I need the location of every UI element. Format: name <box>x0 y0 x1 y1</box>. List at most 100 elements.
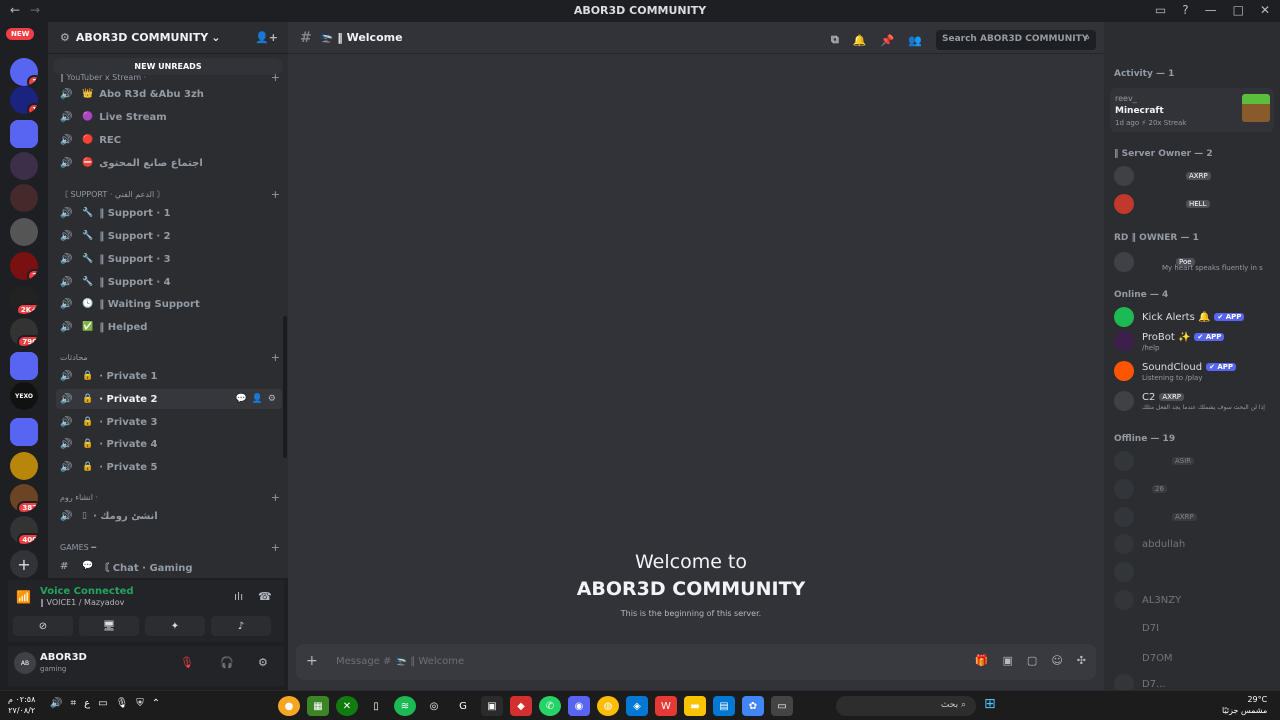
spotify-icon[interactable]: ≋ <box>394 696 416 716</box>
mic-icon[interactable]: 🎙 <box>116 698 129 709</box>
inbox-icon[interactable]: ▭ <box>1155 3 1166 17</box>
close-button[interactable]: ✕ <box>1260 3 1270 17</box>
network-icon[interactable]: ⌗ <box>70 698 76 709</box>
xbox-icon[interactable]: ✕ <box>336 696 358 716</box>
minimize-button[interactable]: — <box>1205 3 1217 17</box>
member-row-offline[interactable]: 26 <box>1114 477 1278 501</box>
store-icon[interactable]: ▤ <box>713 696 735 716</box>
member-row-offline[interactable]: abdullah <box>1114 532 1278 556</box>
member-row-offline[interactable]: D7OM <box>1114 646 1278 670</box>
member-row-offline[interactable]: ASIR <box>1114 449 1278 473</box>
channel-item[interactable]: 🔊 🔧 ‖ Support · 3 <box>56 249 282 269</box>
mute-mic-icon[interactable]: 🎙 <box>180 656 194 669</box>
server-icon[interactable]: 2 <box>10 252 38 280</box>
channel-item[interactable]: # 💬 〘 Chat · Gaming <box>56 556 282 576</box>
maximize-button[interactable]: □ <box>1233 3 1244 17</box>
taskbar-clock[interactable]: ٠٢:٥٨ م ٢٧/٠٨/٢ <box>8 694 35 716</box>
server-icon[interactable]: 3 <box>10 58 38 86</box>
activity-card[interactable]: reev_ Minecraft 1d ago ⚡ 20x Streak <box>1110 88 1274 132</box>
channel-item[interactable]: 🔊 ⛔ اجتماع صانع المحتوى <box>56 153 282 173</box>
discord-icon[interactable]: ◉ <box>568 696 590 716</box>
create-channel-icon[interactable]: + <box>271 351 280 364</box>
chat-bubble-icon[interactable]: 💬 <box>235 394 246 404</box>
soundboard-button[interactable]: ♪ <box>211 616 271 636</box>
message-composer[interactable]: + Message # 🛬 ‖ Welcome 🎁 ▣ ▢ ☺ ✣ <box>296 644 1096 680</box>
channel-item[interactable]: 🔊 🕓 ‖ Waiting Support <box>56 294 282 314</box>
channel-item-hovered[interactable]: 🔊 🔒 · Private 2 💬 👤 ⚙ <box>56 389 282 409</box>
language-indicator[interactable]: ع <box>84 698 90 709</box>
app-icon[interactable]: ◆ <box>510 696 532 716</box>
pin-icon[interactable]: 📌 <box>881 34 895 47</box>
channel-item[interactable]: 🔊 🔧 ‖ Support · 1 <box>56 203 282 223</box>
channel-item[interactable]: 🔊 🔴 REC <box>56 130 282 150</box>
member-row[interactable]: HELL <box>1114 192 1278 216</box>
server-icon[interactable]: 790 <box>10 318 38 346</box>
channel-item[interactable]: 🔊 🔒 · Private 5 <box>56 457 282 477</box>
chevron-up-icon[interactable]: ⌃ <box>152 698 160 709</box>
member-row-offline[interactable]: AL3NZY <box>1114 588 1278 612</box>
video-off-button[interactable]: ⊘ <box>13 616 73 636</box>
channel-item[interactable]: 🔊 ✅ ‖ Helped <box>56 317 282 337</box>
server-icon-yexo[interactable]: YEXO <box>10 382 38 410</box>
category-youtuber[interactable]: ‖ YouTuber x Stream · + <box>60 70 280 84</box>
channel-item[interactable]: 🔊 🔒 · Private 1 <box>56 366 282 386</box>
voice-status[interactable]: Voice Connected <box>40 586 134 597</box>
shield-icon[interactable]: ⛨ <box>136 698 144 709</box>
member-list-icon[interactable]: 👥 <box>908 34 922 47</box>
wps-icon[interactable]: W <box>655 696 677 716</box>
create-channel-icon[interactable]: + <box>271 188 280 201</box>
member-row-offline[interactable]: D7I <box>1114 616 1278 640</box>
folder-icon[interactable] <box>10 120 38 148</box>
server-icon[interactable]: 400 <box>10 516 38 544</box>
file-explorer-icon[interactable]: ▬ <box>684 696 706 716</box>
channel-item[interactable]: 🔊 👑 Abo R3d &Abu 3zh <box>56 84 282 104</box>
guild-header[interactable]: ⚙ ABOR3D COMMUNITY ⌄ 👤+ <box>48 22 288 54</box>
settings-gear-icon[interactable]: ⚙ <box>258 656 268 669</box>
server-icon[interactable] <box>10 218 38 246</box>
signal-icon[interactable]: 📶 <box>16 590 31 604</box>
game-icon[interactable]: ▣ <box>481 696 503 716</box>
channel-item[interactable]: 🔊 🔒 · Private 4 <box>56 434 282 454</box>
add-server-icon[interactable]: + <box>10 550 38 578</box>
volume-icon[interactable]: 🔊 <box>50 698 62 709</box>
channel-item[interactable]: 🔊 🔧 ‖ Support · 2 <box>56 226 282 246</box>
search-input[interactable]: Search ABOR3D COMMUNITY ⌕ <box>936 30 1096 50</box>
sticker-icon[interactable]: ▢ <box>1027 654 1037 667</box>
disconnect-icon[interactable]: ☎ <box>258 590 272 603</box>
app-icon[interactable]: ◈ <box>626 696 648 716</box>
server-icon[interactable]: 2K+ <box>10 286 38 314</box>
member-row[interactable]: Kick Alerts 🔔 ✔ APP <box>1114 305 1278 329</box>
member-row-offline[interactable] <box>1114 560 1278 584</box>
member-row[interactable]: AXRP <box>1114 164 1278 188</box>
minecraft-icon[interactable]: ▦ <box>307 696 329 716</box>
create-channel-icon[interactable]: + <box>271 71 280 84</box>
threads-icon[interactable]: ⧉ <box>831 33 839 47</box>
add-attachment-icon[interactable]: + <box>306 653 318 669</box>
message-input[interactable]: Message # 🛬 ‖ Welcome <box>336 656 464 667</box>
invite-people-icon[interactable]: 👤+ <box>255 31 278 44</box>
voice-channel[interactable]: ‖ VOICE1 / Mazyadov <box>40 598 124 607</box>
member-row-offline[interactable]: D7... <box>1114 672 1278 690</box>
headphones-icon[interactable]: 🎧 <box>220 656 234 669</box>
copilot-icon[interactable]: ✿ <box>742 696 764 716</box>
member-row[interactable]: C2 AXRP إذا لن البحث سوف يشملك عندما يجد ا… <box>1114 389 1278 413</box>
activities-button[interactable]: ✦ <box>145 616 205 636</box>
member-row[interactable]: SoundCloud ✔ APP Listening to /play <box>1114 359 1278 383</box>
member-row[interactable]: ProBot ✨ ✔ APP/help <box>1114 329 1278 353</box>
channel-item[interactable]: 🔊 🟣 Live Stream <box>56 107 282 127</box>
apps-icon[interactable]: ✣ <box>1077 654 1086 667</box>
app-icon[interactable]: G <box>452 696 474 716</box>
screen-share-button[interactable]: 🖥 <box>79 616 139 636</box>
member-row-offline[interactable]: AXRP <box>1114 505 1278 529</box>
noise-suppression-icon[interactable]: ılı <box>234 590 243 603</box>
battery-icon[interactable]: ▭ <box>98 698 107 709</box>
whatsapp-icon[interactable]: ✆ <box>539 696 561 716</box>
server-icon[interactable] <box>10 152 38 180</box>
app-icon[interactable]: ● <box>278 696 300 716</box>
chrome-icon[interactable]: ◍ <box>597 696 619 716</box>
username[interactable]: ABOR3D <box>40 652 87 663</box>
category-games[interactable]: GAMES ━ + <box>60 540 280 554</box>
create-channel-icon[interactable]: + <box>271 491 280 504</box>
folder-icon[interactable] <box>10 352 38 380</box>
server-icon[interactable]: 1 <box>10 86 38 114</box>
